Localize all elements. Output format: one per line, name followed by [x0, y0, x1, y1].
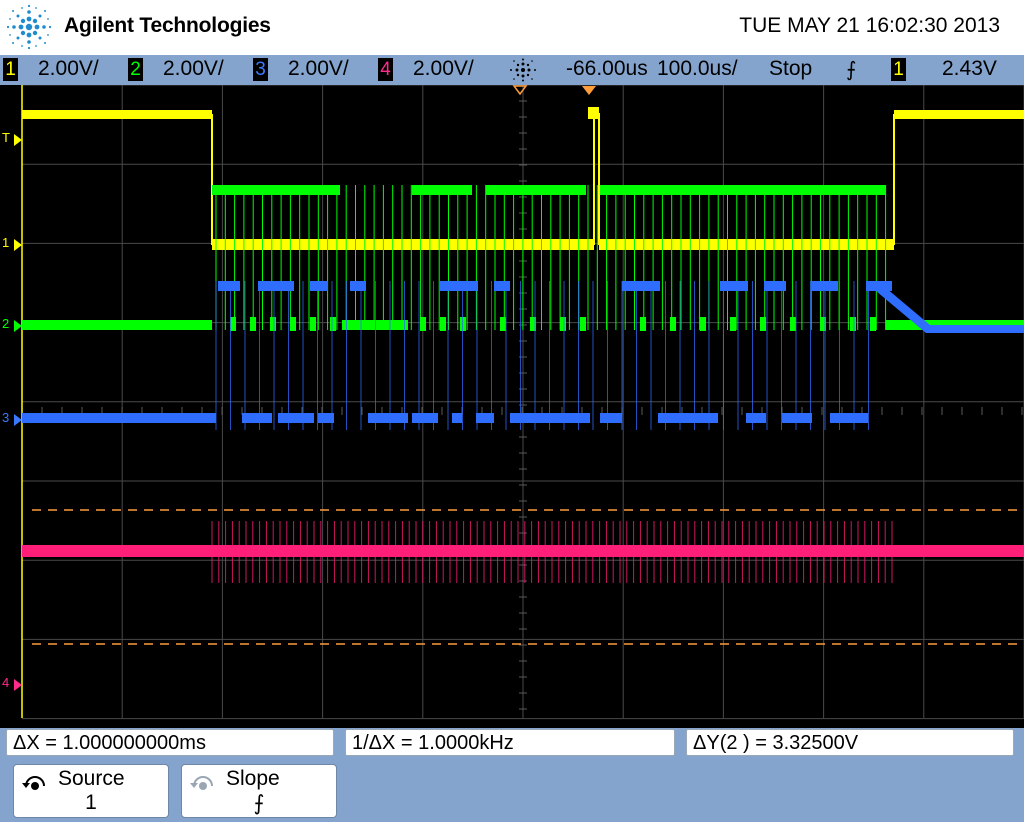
ch2-glitch	[760, 317, 766, 331]
delta-x-measurement: ΔX = 1.000000000ms	[6, 729, 334, 756]
channel-2-scale[interactable]: 2.00V/	[163, 57, 224, 81]
channel-ground-marker	[14, 414, 22, 426]
ch3-segment	[440, 281, 478, 291]
inverse-delta-x-measurement: 1/ΔX = 1.0000kHz	[345, 729, 675, 756]
marker-label: T	[2, 130, 10, 145]
ch3-segment	[622, 281, 660, 291]
ch2-glitch	[290, 317, 296, 331]
ch1-burst-band	[212, 239, 594, 250]
ch2-glitch	[270, 317, 276, 331]
channel-3-scale[interactable]: 2.00V/	[288, 57, 349, 81]
source-softkey-label: Source	[58, 767, 125, 790]
trigger-source-indicator[interactable]: 1	[891, 58, 906, 81]
waveform-canvas: T 1 2 3 4	[2, 84, 1024, 720]
channel-1-scale[interactable]: 2.00V/	[38, 57, 99, 81]
marker-label: 3	[2, 410, 9, 425]
ch3-segment	[274, 281, 294, 291]
ch2-glitch	[640, 317, 646, 331]
ch3-segment	[310, 281, 328, 291]
ch3-segment	[830, 413, 868, 423]
acquisition-spark-icon	[510, 58, 536, 82]
date-time-display: TUE MAY 21 16:02:30 2013	[739, 14, 1000, 37]
ch3-level	[22, 413, 216, 423]
brand-name: Agilent Technologies	[64, 14, 271, 37]
ch2-glitch	[670, 317, 676, 331]
ch1-high-level	[894, 110, 1024, 119]
ch2-glitch	[250, 317, 256, 331]
header-bar: Agilent Technologies TUE MAY 21 16:02:30…	[0, 0, 1024, 55]
ch2-high-band	[486, 185, 586, 195]
ch2-glitch	[420, 317, 426, 331]
ch2-low-level	[22, 320, 212, 330]
channel-3-indicator[interactable]: 3	[253, 58, 268, 81]
status-bar: 1 2.00V/ 2 2.00V/ 3 2.00V/ 4 2.00V/ -66.…	[0, 55, 1024, 85]
trigger-point-marker	[512, 85, 528, 96]
waveform-display[interactable]: T 1 2 3 4	[0, 84, 1024, 728]
ch2-high-band	[600, 185, 886, 195]
source-softkey-value: 1	[85, 791, 97, 814]
slope-softkey-label: Slope	[226, 767, 280, 790]
ch2-glitch	[440, 317, 446, 331]
ch3-segment	[600, 413, 622, 423]
channel-ground-marker	[14, 239, 22, 251]
run-state[interactable]: Stop	[769, 57, 812, 81]
marker-label: 4	[2, 675, 9, 690]
ch3-segment	[494, 281, 510, 291]
ch2-glitch	[500, 317, 506, 331]
ch2-glitch	[580, 317, 586, 331]
ch2-glitch	[730, 317, 736, 331]
horizontal-delay[interactable]: -66.00us	[566, 57, 648, 81]
channel-ground-marker	[14, 679, 22, 691]
channel-4-scale[interactable]: 2.00V/	[413, 57, 474, 81]
marker-label: 1	[2, 235, 9, 250]
delta-y-measurement: ΔY(2 ) = 3.32500V	[686, 729, 1014, 756]
ch3-segment	[242, 413, 272, 423]
marker-label: 2	[2, 316, 9, 331]
ch3-segment	[296, 413, 314, 423]
ch2-glitch	[870, 317, 876, 331]
channel-ground-marker	[14, 320, 22, 332]
ch3-segment	[452, 413, 462, 423]
ch3-segment	[720, 281, 748, 291]
ch3-segment	[412, 413, 438, 423]
ch2-glitch	[850, 317, 856, 331]
delay-marker	[582, 86, 596, 95]
ch3-segment	[218, 281, 240, 291]
ch2-glitch	[330, 317, 336, 331]
ch2-glitch	[560, 317, 566, 331]
ch4-level	[22, 545, 1024, 557]
source-softkey[interactable]: Source 1	[13, 764, 169, 818]
ch1-high-level	[22, 110, 212, 119]
softkey-panel: ΔX = 1.000000000ms 1/ΔX = 1.0000kHz ΔY(2…	[0, 728, 1024, 822]
ch3-segment	[350, 281, 366, 291]
slope-softkey-value: ⨍	[253, 792, 265, 815]
ch2-glitch	[310, 317, 316, 331]
rising-edge-icon: ⨍	[846, 59, 857, 81]
ch3-segment	[746, 413, 766, 423]
ch2-glitch	[700, 317, 706, 331]
channel-1-indicator[interactable]: 1	[3, 58, 18, 81]
agilent-spark-logo-icon	[6, 4, 52, 50]
timebase-scale[interactable]: 100.0us/	[657, 57, 738, 81]
channel-4-indicator[interactable]: 4	[378, 58, 393, 81]
channel-2-indicator[interactable]: 2	[128, 58, 143, 81]
trigger-level[interactable]: 2.43V	[942, 57, 997, 81]
ch3-segment	[782, 413, 812, 423]
channel-trigger-marker	[14, 134, 22, 146]
ch2-glitch	[790, 317, 796, 331]
slope-softkey[interactable]: Slope ⨍	[181, 764, 337, 818]
ch3-segment	[368, 413, 408, 423]
ch2-high-band	[212, 185, 340, 195]
